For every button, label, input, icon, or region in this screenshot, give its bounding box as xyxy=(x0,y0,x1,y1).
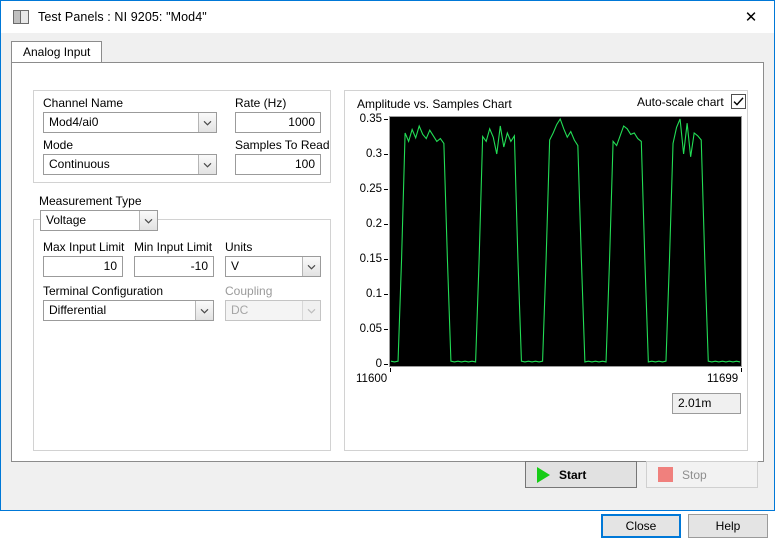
mode-label: Mode xyxy=(43,138,74,152)
y-tick-1: 0.05 xyxy=(359,323,382,335)
play-icon xyxy=(537,466,550,483)
x-tick-end: 11699 xyxy=(707,373,739,385)
chevron-down-icon[interactable] xyxy=(302,257,320,276)
y-tickmark-2 xyxy=(384,294,388,295)
terminal-configuration-combo[interactable]: Differential xyxy=(43,300,214,321)
mode-value: Continuous xyxy=(49,157,110,171)
close-button[interactable]: Close xyxy=(601,514,681,538)
client-area: Analog Input Channel Name Mod4/ai0 Rate … xyxy=(2,33,773,538)
x-tickmark-right xyxy=(741,368,742,372)
y-tickmark-4 xyxy=(384,224,388,225)
y-tick-6: 0.3 xyxy=(366,148,382,160)
y-tickmark-7 xyxy=(384,119,388,120)
close-button-label: Close xyxy=(625,519,657,533)
tab-strip: Analog Input xyxy=(11,41,103,63)
y-tickmark-6 xyxy=(384,154,388,155)
terminal-configuration-label: Terminal Configuration xyxy=(43,284,164,298)
min-input-limit-label: Min Input Limit xyxy=(134,240,213,254)
window-title: Test Panels : NI 9205: "Mod4" xyxy=(38,10,207,24)
y-tickmark-5 xyxy=(384,189,388,190)
max-input-limit-label: Max Input Limit xyxy=(43,240,125,254)
chevron-down-icon[interactable] xyxy=(198,155,216,174)
mode-combo[interactable]: Continuous xyxy=(43,154,217,175)
units-label: Units xyxy=(225,240,253,254)
close-icon[interactable]: ✕ xyxy=(728,1,774,32)
y-tick-5: 0.25 xyxy=(359,183,382,195)
help-button[interactable]: Help xyxy=(688,514,768,538)
chevron-down-icon[interactable] xyxy=(195,301,213,320)
start-button[interactable]: Start xyxy=(525,461,637,488)
units-combo[interactable]: V xyxy=(225,256,321,277)
test-panels-window: Test Panels : NI 9205: "Mod4" ✕ Analog I… xyxy=(0,0,775,538)
autoscale-chart-label: Auto-scale chart xyxy=(637,94,724,109)
channel-name-label: Channel Name xyxy=(43,96,124,110)
y-tick-4: 0.2 xyxy=(366,218,382,230)
x-tick-start: 11600 xyxy=(356,373,388,385)
y-tick-7: 0.35 xyxy=(359,113,382,125)
waveform-trace xyxy=(390,117,741,366)
stop-icon xyxy=(658,467,673,482)
y-tick-3: 0.15 xyxy=(359,253,382,265)
rate-input[interactable]: 1000 xyxy=(235,112,321,133)
samples-to-read-label: Samples To Read xyxy=(235,138,330,152)
channel-name-combo[interactable]: Mod4/ai0 xyxy=(43,112,217,133)
x-tickmark-left xyxy=(390,368,391,372)
units-value: V xyxy=(231,259,240,273)
max-input-limit-input[interactable]: 10 xyxy=(43,256,123,277)
chevron-down-icon[interactable] xyxy=(139,211,157,230)
tab-analog-input[interactable]: Analog Input xyxy=(11,41,103,63)
terminal-configuration-value: Differential xyxy=(49,303,107,317)
y-tickmark-1 xyxy=(384,329,388,330)
samples-to-read-input[interactable]: 100 xyxy=(235,154,321,175)
stop-button-label: Stop xyxy=(682,467,707,482)
y-tickmark-3 xyxy=(384,259,388,260)
measurement-type-value: Voltage xyxy=(46,213,87,227)
autoscale-chart-checkbox[interactable] xyxy=(730,94,746,109)
help-button-label: Help xyxy=(715,519,741,533)
measurement-type-label: Measurement Type xyxy=(39,194,142,208)
coupling-label: Coupling xyxy=(225,284,273,298)
autoscale-chart-control[interactable]: Auto-scale chart xyxy=(637,94,775,109)
coupling-value: DC xyxy=(231,303,249,317)
title-bar: Test Panels : NI 9205: "Mod4" ✕ xyxy=(1,1,774,33)
amplitude-samples-plot xyxy=(389,116,742,367)
channel-name-value: Mod4/ai0 xyxy=(49,115,99,129)
window-icon xyxy=(13,10,29,24)
measurement-type-combo[interactable]: Voltage xyxy=(40,210,158,231)
chart-readout[interactable]: 2.01m xyxy=(672,393,741,414)
chart-title: Amplitude vs. Samples Chart xyxy=(357,97,512,111)
y-tickmark-0 xyxy=(384,364,388,365)
coupling-combo: DC xyxy=(225,300,321,321)
stop-button: Stop xyxy=(646,461,758,488)
rate-label: Rate (Hz) xyxy=(235,96,287,110)
y-tick-2: 0.1 xyxy=(366,288,382,300)
tab-page-analog-input: Channel Name Mod4/ai0 Rate (Hz) 1000 Mod… xyxy=(11,62,764,462)
chevron-down-icon xyxy=(302,301,320,320)
tab-analog-input-label: Analog Input xyxy=(23,45,91,59)
start-button-label: Start xyxy=(559,467,587,482)
y-tick-0: 0 xyxy=(375,358,382,370)
chevron-down-icon[interactable] xyxy=(198,113,216,132)
min-input-limit-input[interactable]: -10 xyxy=(134,256,214,277)
